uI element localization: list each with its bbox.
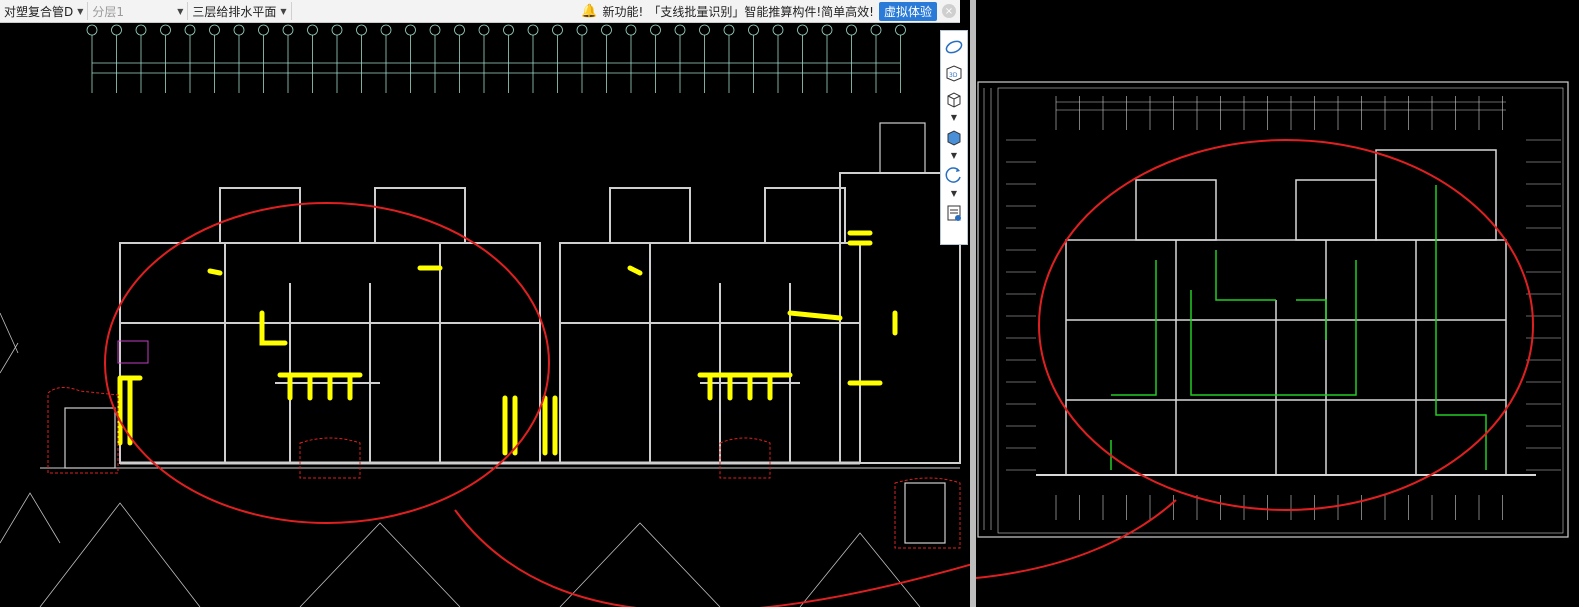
chevron-down-icon: ▼	[77, 6, 84, 16]
right-axis-ticks	[1006, 96, 1561, 520]
layer-value: 分层1	[92, 4, 125, 19]
chevron-down-icon: ▼	[280, 6, 287, 16]
box-view-icon[interactable]	[942, 87, 966, 111]
chevron-down-icon[interactable]: ▼	[951, 189, 957, 199]
svg-text:3D: 3D	[949, 72, 958, 79]
component-type-value: 对塑复合管D	[4, 4, 74, 19]
orbit-icon[interactable]	[942, 35, 966, 59]
close-notice-icon[interactable]: ×	[942, 4, 956, 18]
3d-view-icon[interactable]: 3D	[942, 61, 966, 85]
reference-pipes-green	[1110, 185, 1487, 470]
water-pipes-highlighted	[117, 230, 898, 456]
reference-drawing-viewport[interactable]	[976, 0, 1579, 607]
chevron-down-icon[interactable]: ▼	[951, 113, 957, 123]
component-type-dropdown[interactable]: 对塑复合管D ▼	[0, 2, 89, 20]
rotate-icon[interactable]	[942, 163, 966, 187]
chevron-down-icon[interactable]: ▼	[951, 151, 957, 161]
reference-walls	[1036, 149, 1536, 476]
notice-text: 「支线批量识别」智能推算构件!简单高效!	[648, 4, 874, 19]
properties-panel-icon[interactable]	[942, 201, 966, 225]
labels-magenta	[117, 340, 149, 364]
notice-prefix: 新功能!	[602, 4, 644, 19]
view-tools-palette: 3D ▼ ▼ ▼	[940, 30, 968, 245]
axis-bubbles	[86, 24, 906, 36]
layer-dropdown[interactable]: 分层1 ▼	[88, 2, 189, 20]
feature-notice: 🔔 新功能! 「支线批量识别」智能推算构件!简单高效! 虚拟体验 ×	[581, 1, 960, 21]
top-toolbar: 对塑复合管D ▼ 分层1 ▼ 三层给排水平面 ▼ 🔔 新功能! 「支线批量识别」…	[0, 0, 960, 23]
chevron-down-icon: ▼	[177, 6, 184, 16]
floor-value: 三层给排水平面	[192, 4, 277, 19]
try-feature-button[interactable]: 虚拟体验	[878, 1, 937, 21]
building-walls	[40, 122, 961, 544]
bell-icon: 🔔	[581, 3, 598, 19]
solid-view-icon[interactable]	[942, 125, 966, 149]
floor-dropdown[interactable]: 三层给排水平面 ▼	[188, 2, 292, 20]
axis-grid	[91, 35, 901, 93]
reference-annotation-circle	[976, 139, 1534, 579]
site-lines	[0, 312, 921, 607]
cad-drawing-viewport[interactable]	[0, 23, 970, 607]
